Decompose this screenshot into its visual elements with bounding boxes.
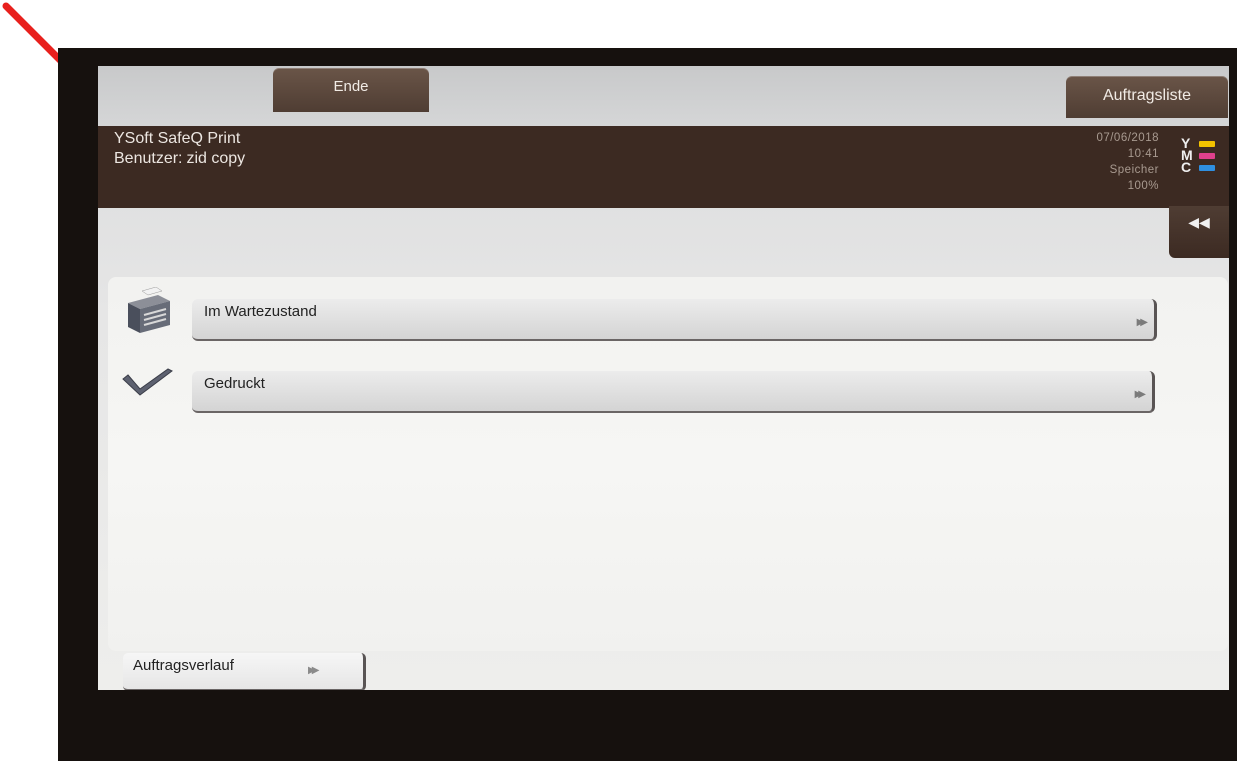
double-chevron-right-icon: ▶▶ [1134,389,1147,400]
waiting-jobs-button[interactable]: Im Wartezustand ▶▶ [192,299,1157,341]
status-time: 10:41 [1127,148,1159,160]
user-info: Benutzer: zid copy [114,150,249,168]
printer-icon [128,287,170,333]
toner-bar-yellow [1199,141,1215,147]
user-prefix: Benutzer: [114,150,183,167]
memory-label: Speicher [1109,164,1159,176]
status-date: 07/06/2018 [1096,132,1159,144]
double-chevron-right-icon: ▶▶ [308,665,320,676]
job-category-panel: Im Wartezustand ▶▶ Gedruckt ▶▶ [108,277,1228,651]
checkmark-icon [122,368,173,396]
top-bar: Ende Auftragsliste [98,66,1229,126]
status-header: YSoft SafeQ Print Benutzer: zid copy 07/0… [98,126,1229,208]
toner-cyan: C [1173,159,1219,175]
job-history-label: Auftragsverlauf [133,657,234,674]
collapse-panel-button[interactable]: ◀◀ [1169,206,1229,258]
toner-yellow: Y [1173,136,1219,150]
end-button[interactable]: Ende [273,68,429,112]
double-chevron-right-icon: ▶▶ [1136,317,1149,328]
app-title: YSoft SafeQ Print [114,130,241,147]
job-history-button[interactable]: Auftragsverlauf ▶▶ [123,653,366,690]
toner-levels: Y M C [1173,136,1219,175]
toner-bar-cyan [1199,165,1215,171]
double-chevron-left-icon: ◀◀ [1188,214,1210,230]
memory-value: 100% [1127,180,1159,192]
toner-bar-magenta [1199,153,1215,159]
printed-jobs-label: Gedruckt [204,375,265,392]
job-list-button[interactable]: Auftragsliste [1066,76,1228,118]
waiting-jobs-label: Im Wartezustand [204,303,317,320]
toner-magenta: M [1173,148,1219,162]
device-status: 07/06/2018 10:41 Speicher 100% [1096,130,1159,194]
toner-letter: C [1181,159,1192,175]
touch-screen: Ende Auftragsliste YSoft SafeQ Print Ben… [98,66,1229,690]
printed-jobs-button[interactable]: Gedruckt ▶▶ [192,371,1155,413]
user-name: zid copy [186,150,246,167]
